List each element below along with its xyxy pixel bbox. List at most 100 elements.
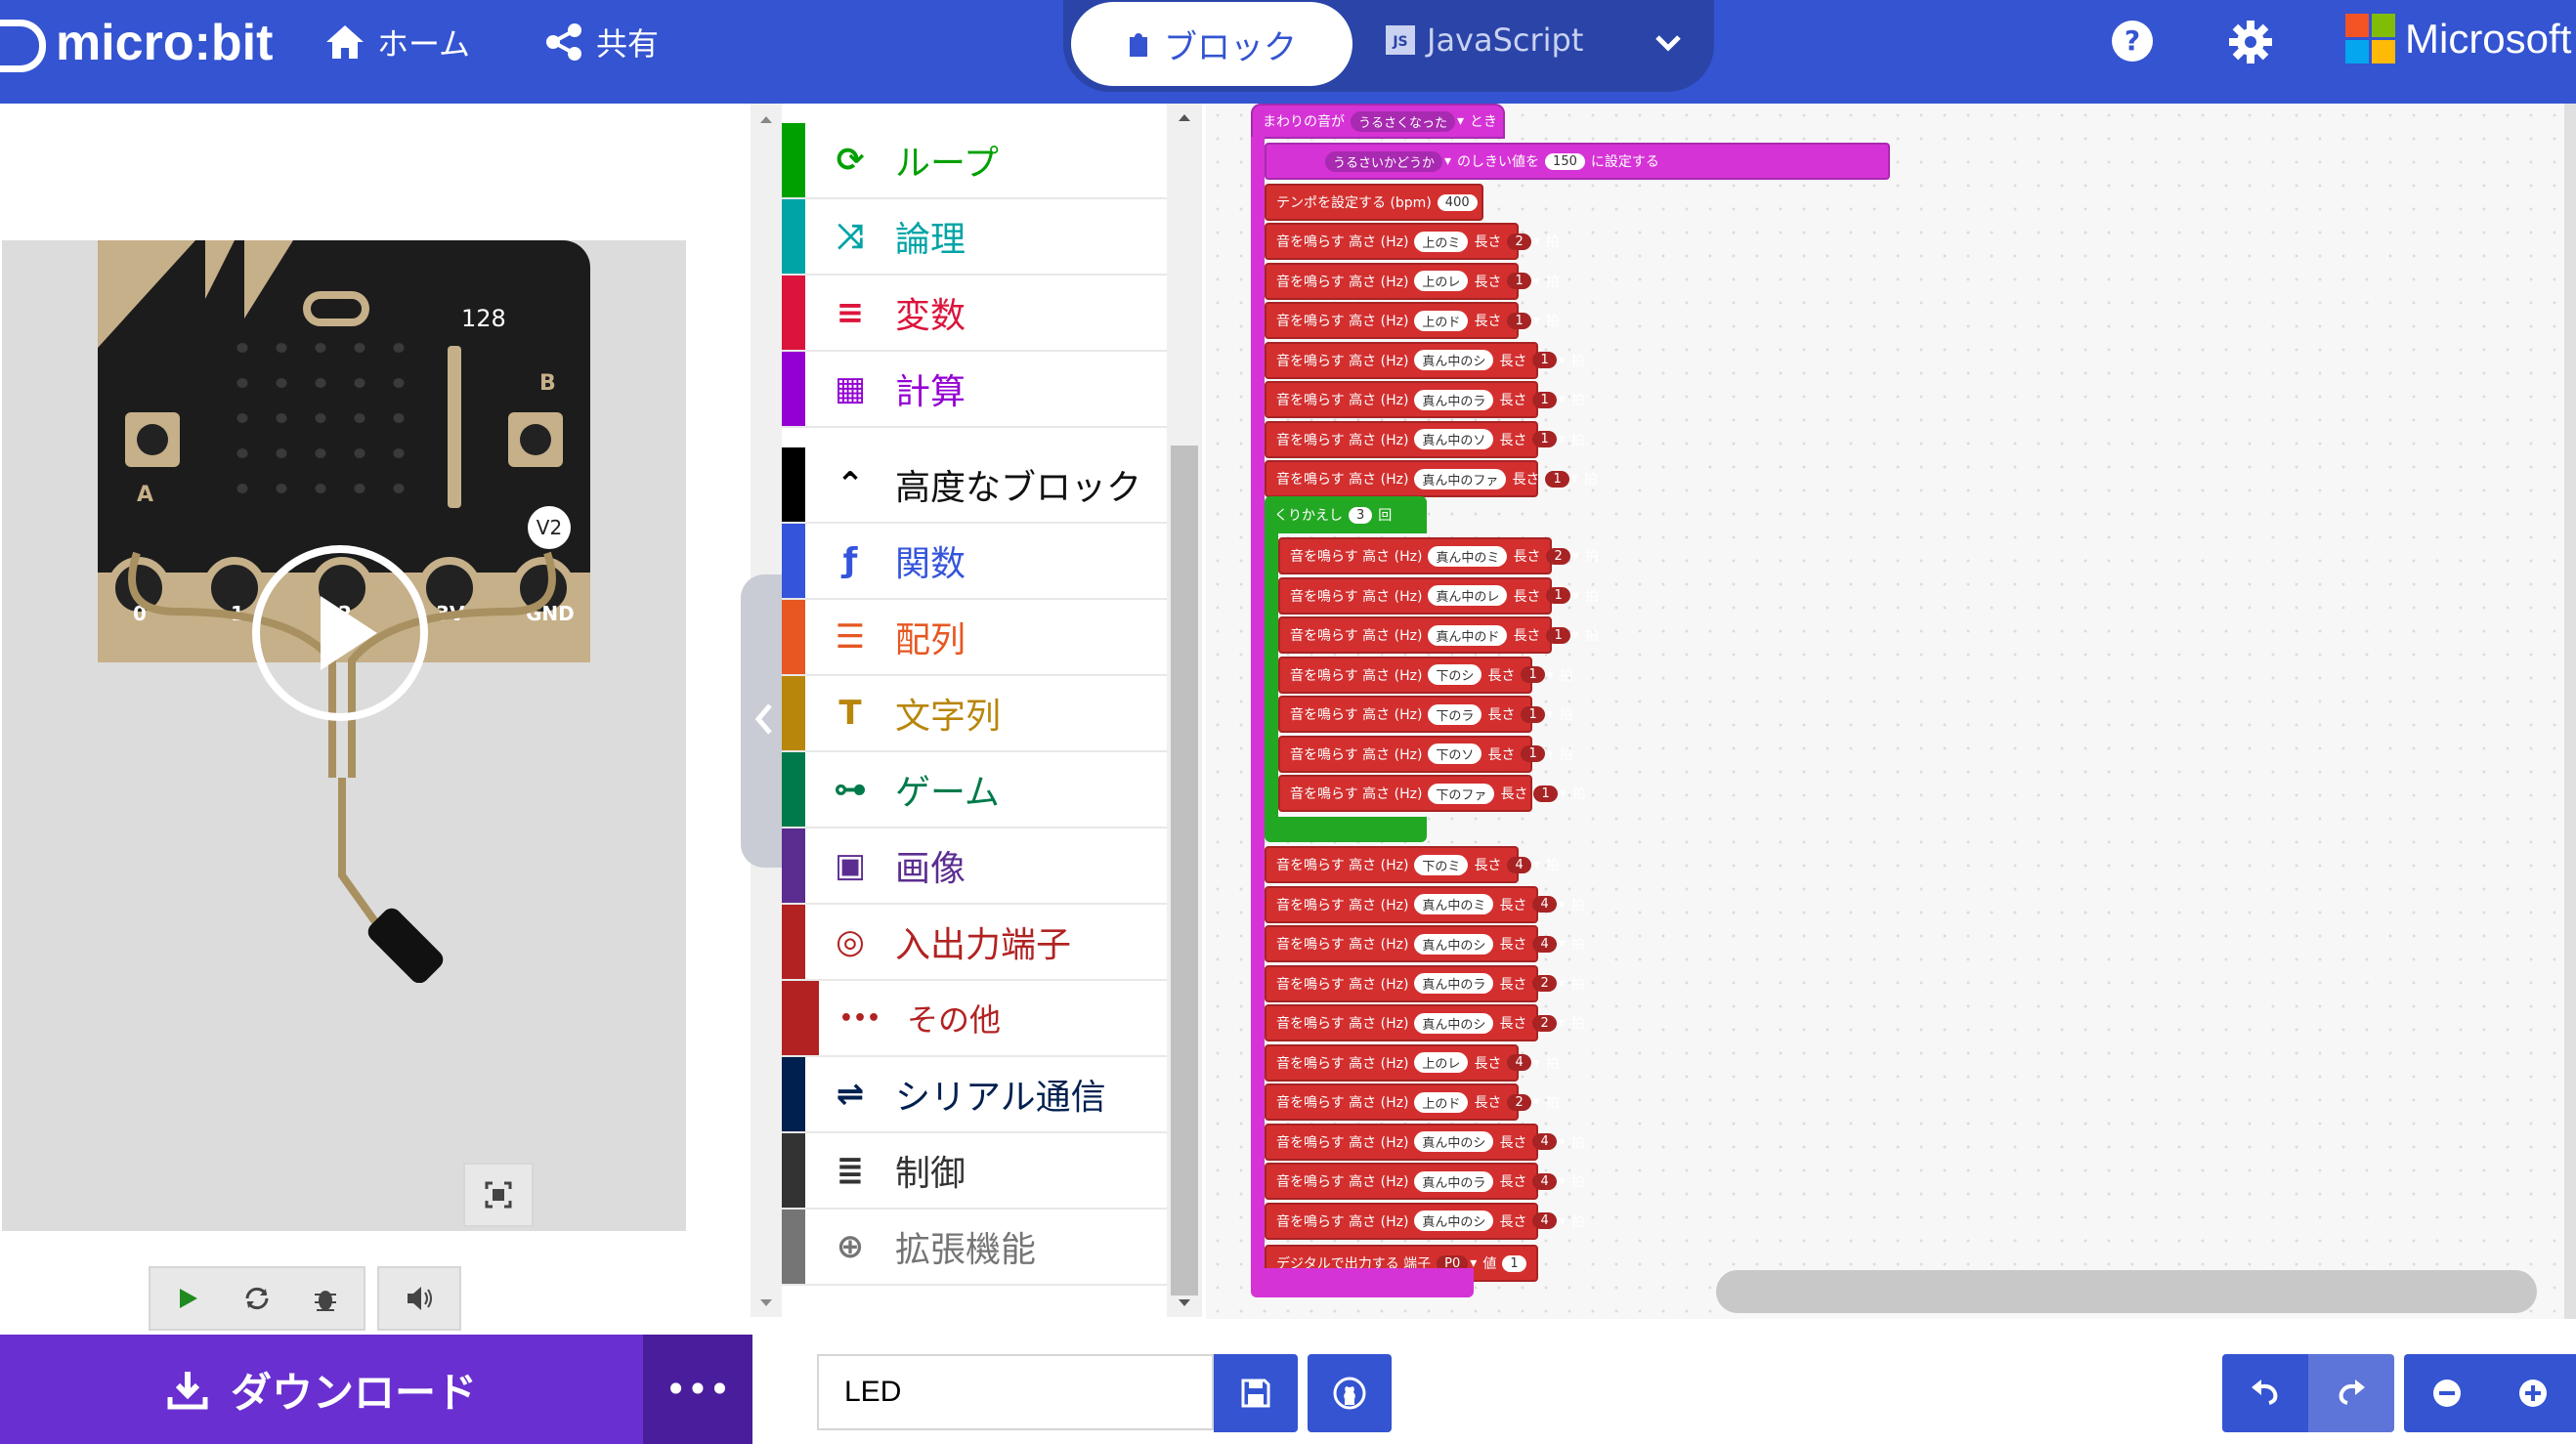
- microsoft-brand[interactable]: Microsoft: [2345, 14, 2571, 64]
- beats-dropdown[interactable]: 4: [1507, 856, 1531, 873]
- toolbox-scrollbar-thumb[interactable]: [1171, 446, 1198, 1295]
- beats-dropdown[interactable]: 2: [1532, 975, 1557, 992]
- play-tone-block[interactable]: 音を鳴らす 高さ (Hz) 下のラ 長さ 1 ▾ 拍: [1278, 696, 1573, 733]
- play-tone-block[interactable]: 音を鳴らす 高さ (Hz) 上のレ 長さ 1 ▾ 拍: [1265, 262, 1560, 300]
- play-tone-block[interactable]: 音を鳴らす 高さ (Hz) 下のシ 長さ 1 ▾ 拍: [1278, 656, 1573, 694]
- note-value[interactable]: 真ん中のシ: [1414, 1131, 1494, 1152]
- beats-dropdown[interactable]: 1: [1521, 666, 1545, 683]
- toolbox-category-9[interactable]: ▣ 画像: [782, 828, 1167, 905]
- save-button[interactable]: [1214, 1354, 1298, 1432]
- play-tone-block[interactable]: 音を鳴らす 高さ (Hz) 真ん中のラ 長さ 1 ▾ 拍: [1265, 381, 1585, 418]
- beats-dropdown[interactable]: 4: [1532, 896, 1557, 913]
- play-tone-block[interactable]: 音を鳴らす 高さ (Hz) 真ん中のシ 長さ 1 ▾ 拍: [1265, 341, 1585, 379]
- play-tone-block[interactable]: 音を鳴らす 高さ (Hz) 下のソ 長さ 1 ▾ 拍: [1278, 735, 1573, 773]
- toolbox-category-7[interactable]: T 文字列: [782, 676, 1167, 752]
- download-more-button[interactable]: •••: [643, 1335, 752, 1444]
- zoom-out-button[interactable]: [2404, 1354, 2490, 1432]
- share-button[interactable]: 共有: [545, 20, 659, 64]
- beats-dropdown[interactable]: 1: [1532, 352, 1557, 368]
- note-value[interactable]: 真ん中のソ: [1414, 429, 1494, 449]
- beats-dropdown[interactable]: 4: [1532, 1172, 1557, 1190]
- project-name-input[interactable]: LED: [817, 1354, 1214, 1430]
- beats-dropdown[interactable]: 1: [1545, 470, 1569, 488]
- play-tone-block[interactable]: 音を鳴らす 高さ (Hz) 下のファ 長さ 1 ▾ 拍: [1278, 775, 1586, 812]
- simulator-play-overlay[interactable]: [252, 545, 428, 721]
- repeat-count[interactable]: 3: [1349, 506, 1373, 524]
- tempo-value[interactable]: 400: [1437, 193, 1478, 211]
- toolbox-category-13[interactable]: ≣ 制御: [782, 1133, 1167, 1210]
- set-threshold-block[interactable]: うるさいかどうか ▾ のしきい値を 150 に設定する: [1265, 143, 1890, 180]
- toolbox-category-8[interactable]: ⊶ ゲーム: [782, 752, 1167, 828]
- beats-dropdown[interactable]: 1: [1546, 587, 1570, 604]
- github-button[interactable]: [1308, 1354, 1392, 1432]
- note-value[interactable]: 真ん中のラ: [1414, 389, 1494, 410]
- toolbox-category-6[interactable]: ☰ 配列: [782, 600, 1167, 676]
- note-value[interactable]: 下のソ: [1428, 743, 1482, 764]
- workspace-vertical-scrollbar[interactable]: [2564, 104, 2576, 1319]
- play-tone-block[interactable]: 音を鳴らす 高さ (Hz) 真ん中のソ 長さ 1 ▾ 拍: [1265, 420, 1585, 458]
- toolbox-category-14[interactable]: ⊕ 拡張機能: [782, 1210, 1167, 1286]
- toolbox-category-12[interactable]: ⇌ シリアル通信: [782, 1057, 1167, 1133]
- undo-button[interactable]: [2222, 1354, 2308, 1432]
- toolbox-category-10[interactable]: ◎ 入出力端子: [782, 905, 1167, 981]
- note-value[interactable]: 真ん中のラ: [1414, 973, 1494, 994]
- note-value[interactable]: 真ん中のド: [1428, 624, 1508, 646]
- note-value[interactable]: 上のド: [1414, 310, 1469, 331]
- toolbox-category-5[interactable]: ƒ 関数: [782, 524, 1167, 600]
- note-value[interactable]: 真ん中のシ: [1414, 933, 1494, 955]
- threshold-type-dropdown[interactable]: うるさいかどうか: [1325, 150, 1443, 172]
- repeat-block[interactable]: くりかえし 3 回: [1265, 496, 1427, 533]
- beats-dropdown[interactable]: 4: [1532, 1212, 1557, 1229]
- play-tone-block[interactable]: 音を鳴らす 高さ (Hz) 下のミ 長さ 4 ▾ 拍: [1265, 846, 1560, 883]
- digital-value[interactable]: 1: [1502, 1254, 1526, 1272]
- play-tone-block[interactable]: 音を鳴らす 高さ (Hz) 真ん中のシ 長さ 4 ▾ 拍: [1265, 1202, 1585, 1240]
- note-value[interactable]: 真ん中のファ: [1414, 468, 1507, 489]
- play-tone-block[interactable]: 音を鳴らす 高さ (Hz) 真ん中のラ 長さ 2 ▾ 拍: [1265, 964, 1585, 1002]
- play-tone-block[interactable]: 音を鳴らす 高さ (Hz) 真ん中のミ 長さ 4 ▾ 拍: [1265, 885, 1585, 923]
- beats-dropdown[interactable]: 1: [1521, 705, 1545, 723]
- toolbox-category-1[interactable]: ⤨ 論理: [782, 199, 1167, 276]
- beats-dropdown[interactable]: 1: [1546, 626, 1570, 644]
- help-icon[interactable]: ?: [2111, 20, 2154, 63]
- workspace-horizontal-scrollbar[interactable]: [1716, 1270, 2537, 1313]
- beats-dropdown[interactable]: 1: [1532, 391, 1557, 408]
- note-value[interactable]: 下のシ: [1428, 664, 1482, 685]
- play-tone-block[interactable]: 音を鳴らす 高さ (Hz) 真ん中のミ 長さ 2 ▾ 拍: [1278, 537, 1599, 574]
- beats-dropdown[interactable]: 2: [1532, 1014, 1557, 1032]
- scroll-down-icon[interactable]: [1177, 1297, 1192, 1309]
- zoom-in-button[interactable]: [2490, 1354, 2576, 1432]
- beats-dropdown[interactable]: 4: [1532, 1133, 1557, 1150]
- beats-dropdown[interactable]: 1: [1507, 312, 1531, 329]
- threshold-value[interactable]: 150: [1545, 152, 1585, 170]
- restart-icon[interactable]: [223, 1279, 291, 1318]
- note-value[interactable]: 真ん中のミ: [1428, 545, 1508, 567]
- settings-gear-icon[interactable]: [2228, 20, 2273, 64]
- mute-button[interactable]: [377, 1266, 461, 1331]
- note-value[interactable]: 上のミ: [1414, 231, 1469, 252]
- beats-dropdown[interactable]: 2: [1507, 1093, 1531, 1111]
- sound-condition-dropdown[interactable]: うるさくなった: [1351, 110, 1456, 132]
- play-tone-block[interactable]: 音を鳴らす 高さ (Hz) 上のミ 長さ 2 ▾ 拍: [1265, 223, 1560, 260]
- play-tone-block[interactable]: 音を鳴らす 高さ (Hz) 上のド 長さ 2 ▾ 拍: [1265, 1083, 1560, 1121]
- note-value[interactable]: 真ん中のシ: [1414, 350, 1494, 370]
- scroll-up-icon[interactable]: [1177, 111, 1192, 123]
- beats-dropdown[interactable]: 1: [1532, 431, 1557, 447]
- home-button[interactable]: ホーム: [324, 20, 470, 64]
- beats-dropdown[interactable]: 4: [1532, 935, 1557, 953]
- note-value[interactable]: 下のファ: [1428, 783, 1495, 804]
- note-value[interactable]: 真ん中のミ: [1414, 894, 1494, 914]
- note-value[interactable]: 真ん中のシ: [1414, 1210, 1494, 1231]
- beats-dropdown[interactable]: 2: [1546, 547, 1570, 565]
- toolbox-category-0[interactable]: ⟳ ループ: [782, 123, 1167, 199]
- play-tone-block[interactable]: 音を鳴らす 高さ (Hz) 真ん中のファ 長さ 1 ▾ 拍: [1265, 460, 1598, 497]
- note-value[interactable]: 上のド: [1414, 1091, 1469, 1113]
- note-value[interactable]: 真ん中のシ: [1414, 1012, 1494, 1034]
- note-value[interactable]: 下のミ: [1414, 854, 1469, 875]
- fullscreen-button[interactable]: [463, 1163, 534, 1227]
- beats-dropdown[interactable]: 4: [1507, 1054, 1531, 1071]
- play-tone-block[interactable]: 音を鳴らす 高さ (Hz) 上のド 長さ 1 ▾ 拍: [1265, 302, 1560, 339]
- note-value[interactable]: 真ん中のラ: [1414, 1170, 1494, 1192]
- scroll-up-icon[interactable]: [758, 113, 774, 125]
- note-value[interactable]: 真ん中のレ: [1428, 585, 1508, 606]
- set-tempo-block[interactable]: テンポを設定する (bpm) 400: [1265, 184, 1483, 221]
